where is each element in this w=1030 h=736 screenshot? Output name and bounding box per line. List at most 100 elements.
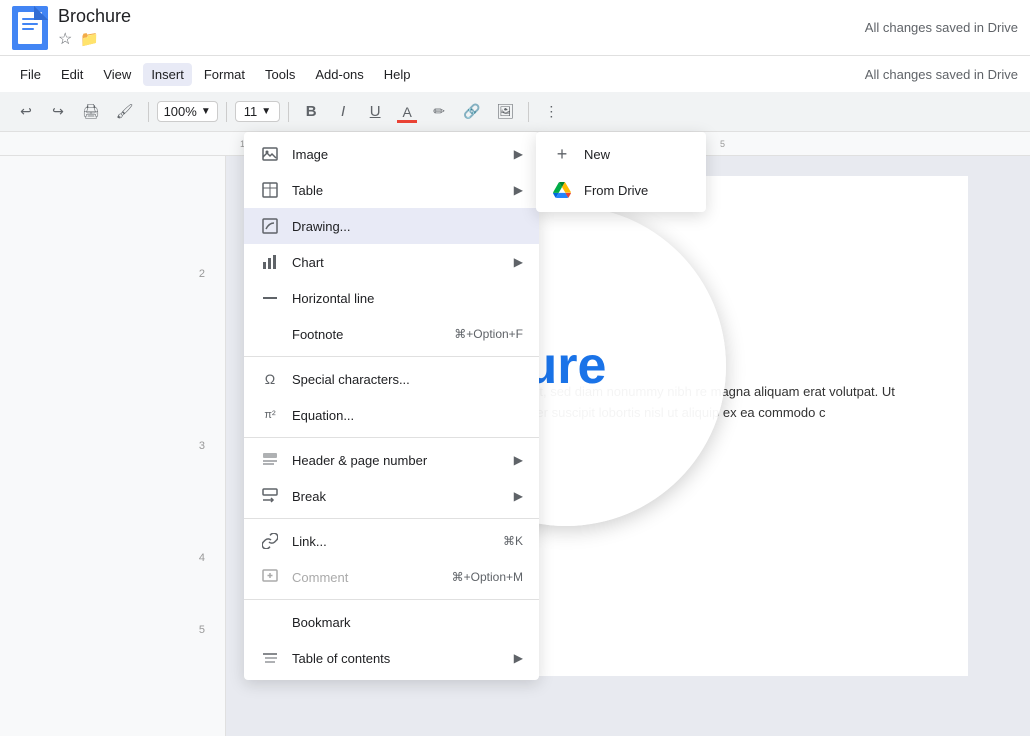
toolbar: ↩ ↪ 🖨 🖌 100% ▼ 11 ▼ B I U A ✏ 🔗 🖼 ⋮: [0, 92, 1030, 132]
link-icon: [260, 531, 280, 551]
insert-link-item[interactable]: Link... ⌘K: [244, 523, 539, 559]
menu-insert[interactable]: Insert: [143, 63, 192, 86]
menu-file[interactable]: File: [12, 63, 49, 86]
insert-image-label: Image: [292, 147, 514, 162]
title-bar: Brochure ☆ 📁 All changes saved in Drive: [0, 0, 1030, 56]
zoom-arrow: ▼: [201, 106, 211, 117]
insert-menu-dropdown: Image ▶ Table ▶ Drawing... Chart ▶ Horiz…: [244, 132, 539, 680]
insert-comment-label: Comment: [292, 570, 452, 585]
insert-bookmark-item[interactable]: Bookmark: [244, 604, 539, 640]
toc-icon: [260, 648, 280, 668]
doc-icon: [12, 6, 48, 50]
toolbar-separator-2: [226, 102, 227, 122]
menu-bar: File Edit View Insert Format Tools Add-o…: [0, 56, 1030, 92]
drawing-from-drive-label: From Drive: [584, 183, 648, 198]
insert-toc-arrow: ▶: [514, 651, 523, 665]
insert-bookmark-label: Bookmark: [292, 615, 523, 630]
link-button[interactable]: 🔗: [457, 98, 486, 126]
paint-format-button[interactable]: 🖌: [110, 98, 140, 126]
text-color-button[interactable]: A: [393, 98, 421, 126]
insert-hline-item[interactable]: Horizontal line: [244, 280, 539, 316]
menu-tools[interactable]: Tools: [257, 63, 303, 86]
comment-add-icon: [260, 567, 280, 587]
insert-footnote-label: Footnote: [292, 327, 454, 342]
insert-toc-label: Table of contents: [292, 651, 514, 666]
menu-addons[interactable]: Add-ons: [307, 63, 371, 86]
insert-comment-shortcut: ⌘+Option+M: [452, 570, 523, 584]
special-chars-icon: Ω: [260, 369, 280, 389]
menu-edit[interactable]: Edit: [53, 63, 91, 86]
save-status: All changes saved in Drive: [865, 20, 1018, 35]
toolbar-separator-1: [148, 102, 149, 122]
undo-button[interactable]: ↩: [12, 98, 40, 126]
chart-icon: [260, 252, 280, 272]
doc-title[interactable]: Brochure: [58, 6, 131, 27]
folder-icon[interactable]: 📁: [80, 30, 99, 48]
print-button[interactable]: 🖨: [76, 98, 106, 126]
insert-link-label: Link...: [292, 534, 503, 549]
insert-table-item[interactable]: Table ▶: [244, 172, 539, 208]
font-size-control[interactable]: 11 ▼: [235, 101, 280, 122]
font-size-value: 11: [244, 104, 258, 119]
zoom-control[interactable]: 100% ▼: [157, 101, 218, 122]
menu-sep-4: [244, 599, 539, 600]
insert-break-item[interactable]: Break ▶: [244, 478, 539, 514]
insert-toc-item[interactable]: Table of contents ▶: [244, 640, 539, 676]
drawing-submenu: + New From Drive: [536, 132, 706, 212]
menu-format[interactable]: Format: [196, 63, 253, 86]
insert-break-arrow: ▶: [514, 489, 523, 503]
insert-chart-item[interactable]: Chart ▶: [244, 244, 539, 280]
title-section: Brochure ☆ 📁: [58, 6, 131, 49]
insert-footnote-item[interactable]: Footnote ⌘+Option+F: [244, 316, 539, 352]
drawing-new-item[interactable]: + New: [536, 136, 706, 172]
insert-hline-label: Horizontal line: [292, 291, 523, 306]
insert-table-arrow: ▶: [514, 183, 523, 197]
insert-table-label: Table: [292, 183, 514, 198]
ruler-mark-5: 5: [720, 139, 840, 149]
menu-view[interactable]: View: [95, 63, 139, 86]
drawing-new-label: New: [584, 147, 610, 162]
insert-drawing-label: Drawing...: [292, 219, 523, 234]
insert-header-item[interactable]: Header & page number ▶: [244, 442, 539, 478]
menu-help[interactable]: Help: [376, 63, 419, 86]
insert-header-arrow: ▶: [514, 453, 523, 467]
insert-special-label: Special characters...: [292, 372, 523, 387]
bookmark-icon: [260, 612, 280, 632]
menu-sep-3: [244, 518, 539, 519]
redo-button[interactable]: ↪: [44, 98, 72, 126]
italic-button[interactable]: I: [329, 98, 357, 126]
toolbar-separator-3: [288, 102, 289, 122]
font-size-arrow: ▼: [261, 106, 271, 117]
drawing-from-drive-item[interactable]: From Drive: [536, 172, 706, 208]
google-drive-icon: [552, 180, 572, 200]
title-icons: ☆ 📁: [58, 29, 131, 49]
insert-chart-arrow: ▶: [514, 255, 523, 269]
more-options-button[interactable]: ⋮: [537, 98, 565, 126]
toolbar-separator-4: [528, 102, 529, 122]
insert-comment-item: Comment ⌘+Option+M: [244, 559, 539, 595]
insert-special-item[interactable]: Ω Special characters...: [244, 361, 539, 397]
insert-image-arrow: ▶: [514, 147, 523, 161]
insert-link-shortcut: ⌘K: [503, 534, 523, 548]
highlight-button[interactable]: ✏: [425, 98, 453, 126]
menu-sep-2: [244, 437, 539, 438]
insert-equation-item[interactable]: π² Equation...: [244, 397, 539, 433]
footnote-icon: [260, 324, 280, 344]
insert-drawing-item[interactable]: Drawing...: [244, 208, 539, 244]
bold-button[interactable]: B: [297, 98, 325, 126]
zoom-value: 100%: [164, 104, 197, 119]
menu-save-status: All changes saved in Drive: [865, 67, 1018, 82]
image-icon: [260, 144, 280, 164]
underline-button[interactable]: U: [361, 98, 389, 126]
insert-image-item[interactable]: Image ▶: [244, 136, 539, 172]
insert-equation-label: Equation...: [292, 408, 523, 423]
left-sidebar: 2 3 4 5: [0, 156, 226, 736]
insert-break-label: Break: [292, 489, 514, 504]
star-icon[interactable]: ☆: [58, 29, 72, 49]
drawing-icon: [260, 216, 280, 236]
insert-footnote-shortcut: ⌘+Option+F: [454, 327, 523, 341]
insert-image-button[interactable]: 🖼: [491, 98, 521, 126]
insert-header-label: Header & page number: [292, 453, 514, 468]
header-icon: [260, 450, 280, 470]
equation-icon: π²: [260, 405, 280, 425]
